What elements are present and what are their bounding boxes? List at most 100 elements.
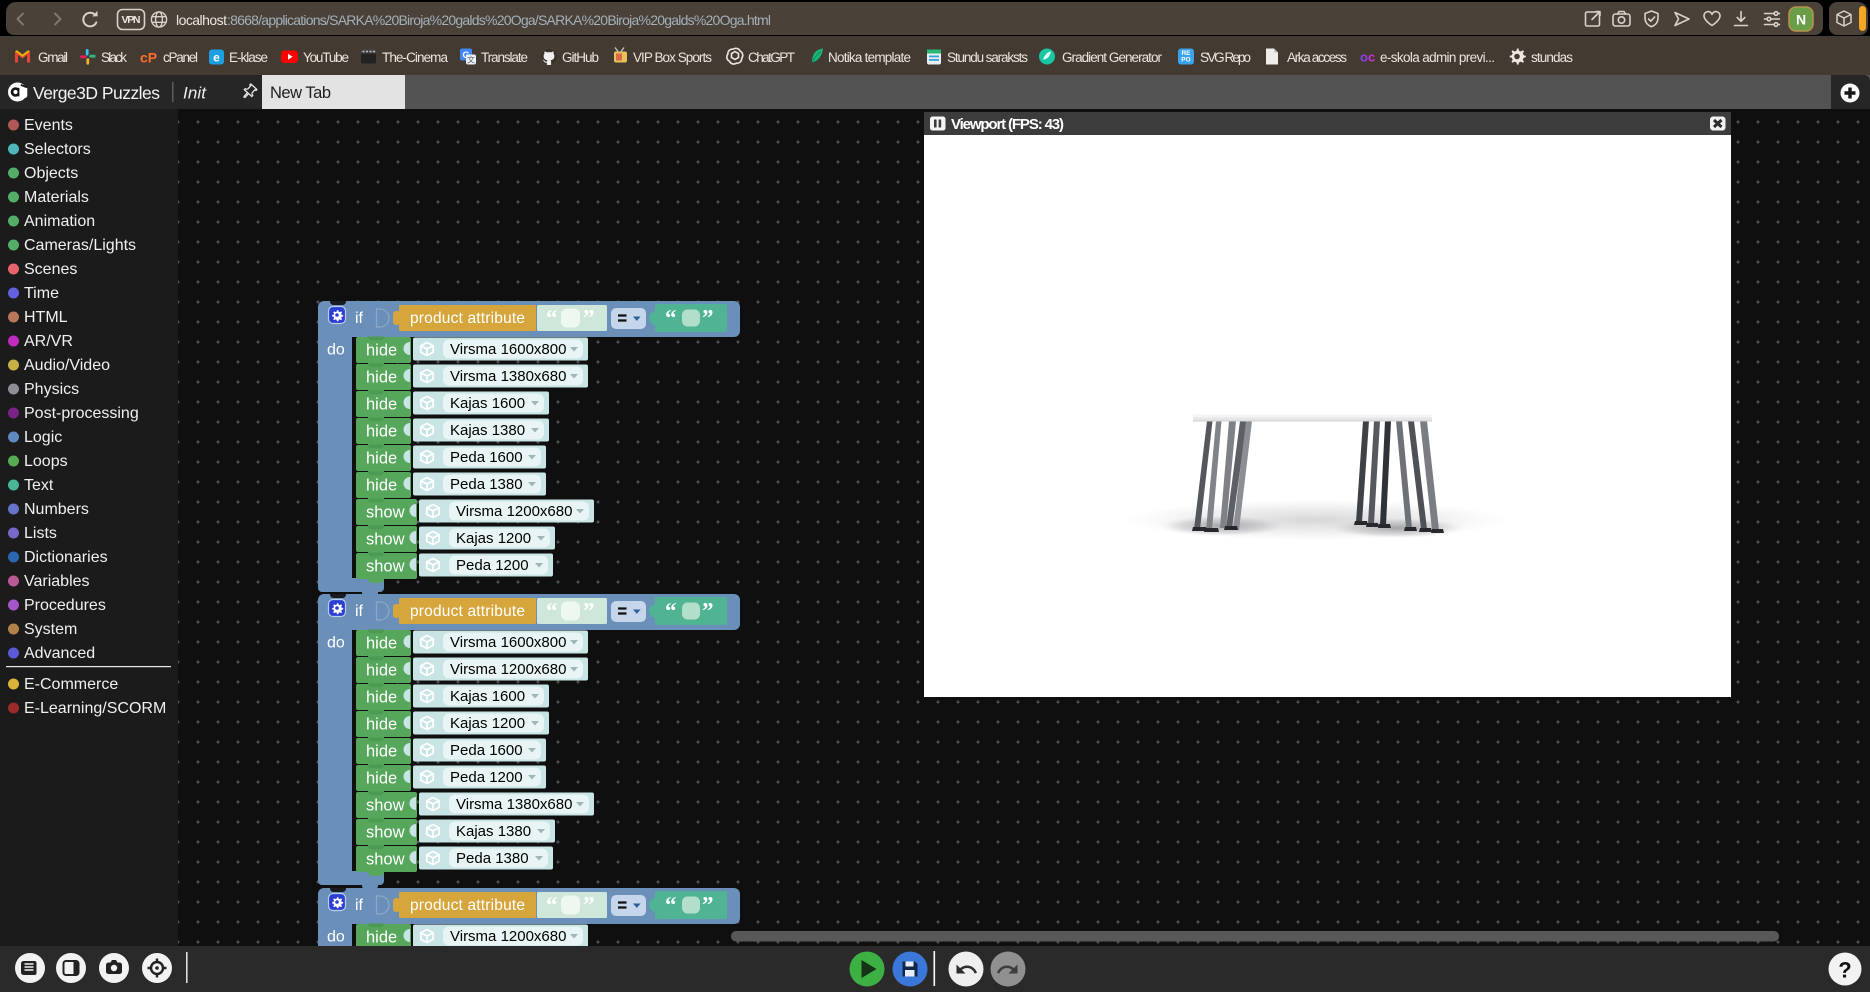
svg-text:“: “: [665, 893, 677, 918]
svg-text:Virsma 1380x680: Virsma 1380x680: [456, 796, 572, 813]
svg-text::8668/applications/SARKA%20Bir: :8668/applications/SARKA%20Biroja%20gald…: [227, 12, 771, 28]
svg-text:Virsma 1600x800: Virsma 1600x800: [450, 634, 566, 651]
svg-text:stundas: stundas: [1531, 50, 1573, 65]
svg-text:Loops: Loops: [24, 453, 68, 470]
svg-text:GitHub: GitHub: [562, 50, 599, 65]
svg-text:”: ”: [583, 893, 595, 918]
svg-text:Lists: Lists: [24, 525, 57, 542]
svg-text:”: ”: [702, 893, 714, 918]
svg-text:product attribute: product attribute: [410, 603, 525, 620]
svg-text:Init: Init: [183, 84, 207, 103]
svg-text:“: “: [665, 306, 677, 331]
svg-text:The-Cinema: The-Cinema: [382, 50, 448, 65]
svg-text:文: 文: [467, 55, 475, 65]
svg-text:AR/VR: AR/VR: [24, 333, 73, 350]
svg-text:Materials: Materials: [24, 189, 89, 206]
svg-text:Advanced: Advanced: [24, 645, 95, 662]
svg-text:Translate: Translate: [481, 50, 528, 65]
svg-text:hide: hide: [366, 743, 397, 761]
svg-text:if: if: [355, 897, 364, 914]
svg-text:Virsma 1200x680: Virsma 1200x680: [450, 928, 566, 945]
svg-text:Peda 1600: Peda 1600: [450, 449, 523, 466]
svg-text:“: “: [546, 893, 558, 918]
svg-text:Verge3D Puzzles: Verge3D Puzzles: [33, 83, 160, 103]
svg-text:localhost: localhost: [176, 12, 227, 28]
svg-text:hide: hide: [366, 716, 397, 734]
svg-text:VIP Box Sports: VIP Box Sports: [633, 50, 712, 65]
svg-text:hide: hide: [366, 369, 397, 387]
svg-text:Text: Text: [24, 477, 54, 494]
svg-text:”: ”: [702, 306, 714, 331]
svg-text:YouTube: YouTube: [303, 50, 349, 65]
svg-text:”: ”: [583, 599, 595, 624]
svg-text:Kajas 1380: Kajas 1380: [456, 823, 531, 840]
svg-text:Events: Events: [24, 117, 73, 134]
svg-text:Kajas 1600: Kajas 1600: [450, 688, 525, 705]
svg-text:Procedures: Procedures: [24, 597, 106, 614]
svg-text:Physics: Physics: [24, 381, 79, 398]
svg-text:product attribute: product attribute: [410, 897, 525, 914]
svg-text:do: do: [327, 342, 345, 359]
svg-text:show: show: [366, 851, 405, 869]
svg-text:Animation: Animation: [24, 213, 95, 230]
svg-text:product attribute: product attribute: [410, 310, 525, 327]
svg-text:Objects: Objects: [24, 165, 78, 182]
svg-text:Post-processing: Post-processing: [24, 405, 139, 422]
svg-text:show: show: [366, 797, 405, 815]
svg-text:Virsma 1200x680: Virsma 1200x680: [456, 503, 572, 520]
svg-text:Peda 1200: Peda 1200: [450, 769, 523, 786]
svg-text:“: “: [546, 306, 558, 331]
svg-text:Kajas 1380: Kajas 1380: [450, 422, 525, 439]
svg-text:Kajas 1600: Kajas 1600: [450, 395, 525, 412]
svg-text:e: e: [213, 51, 220, 65]
svg-text:hide: hide: [366, 477, 397, 495]
svg-text:?: ?: [1838, 958, 1851, 983]
svg-text:E-Learning/SCORM: E-Learning/SCORM: [24, 700, 166, 717]
svg-text:New Tab: New Tab: [270, 84, 331, 102]
svg-text:cP: cP: [140, 50, 157, 66]
svg-text:Notika template: Notika template: [828, 50, 911, 65]
svg-text:PO: PO: [1181, 57, 1190, 64]
svg-text:SVG Repo: SVG Repo: [1200, 50, 1251, 65]
svg-text:hide: hide: [366, 423, 397, 441]
svg-text:Virsma 1600x800: Virsma 1600x800: [450, 341, 566, 358]
svg-text:”: ”: [583, 306, 595, 331]
svg-text:Peda 1380: Peda 1380: [450, 476, 523, 493]
svg-text:hide: hide: [366, 342, 397, 360]
svg-text:if: if: [355, 603, 364, 620]
svg-text:Variables: Variables: [24, 573, 90, 590]
svg-text:Scenes: Scenes: [24, 261, 77, 278]
svg-text:show: show: [366, 531, 405, 549]
svg-text:Peda 1600: Peda 1600: [450, 742, 523, 759]
svg-text:hide: hide: [366, 929, 397, 947]
svg-text:”: ”: [702, 599, 714, 624]
svg-text:hide: hide: [366, 396, 397, 414]
svg-text:Kajas 1200: Kajas 1200: [450, 715, 525, 732]
svg-text:Logic: Logic: [24, 429, 62, 446]
svg-text:show: show: [366, 558, 405, 576]
svg-text:e-skola admin previ...: e-skola admin previ...: [1380, 50, 1495, 65]
svg-text:Numbers: Numbers: [24, 501, 89, 518]
svg-text:if: if: [355, 310, 364, 327]
svg-text:o: o: [1360, 50, 1368, 65]
svg-text:hide: hide: [366, 635, 397, 653]
svg-text:Audio/Video: Audio/Video: [24, 357, 110, 374]
svg-text:Gradient Generator: Gradient Generator: [1062, 50, 1163, 65]
svg-text:E-Commerce: E-Commerce: [24, 676, 118, 693]
svg-text:Gmail: Gmail: [38, 50, 68, 65]
svg-text:Viewport (FPS: 43): Viewport (FPS: 43): [951, 116, 1064, 133]
svg-text:do: do: [327, 635, 345, 652]
svg-text:Slack: Slack: [101, 50, 127, 65]
svg-text:Time: Time: [24, 285, 59, 302]
svg-text:ChatGPT: ChatGPT: [748, 50, 795, 65]
svg-text:hide: hide: [366, 662, 397, 680]
svg-text:Peda 1380: Peda 1380: [456, 850, 529, 867]
svg-text:hide: hide: [366, 770, 397, 788]
svg-text:Arka access: Arka access: [1287, 50, 1347, 65]
svg-text:VPN: VPN: [122, 14, 141, 26]
svg-text:do: do: [327, 929, 345, 946]
svg-text:System: System: [24, 621, 77, 638]
svg-text:“: “: [665, 599, 677, 624]
svg-text:hide: hide: [366, 450, 397, 468]
svg-text:“: “: [546, 599, 558, 624]
